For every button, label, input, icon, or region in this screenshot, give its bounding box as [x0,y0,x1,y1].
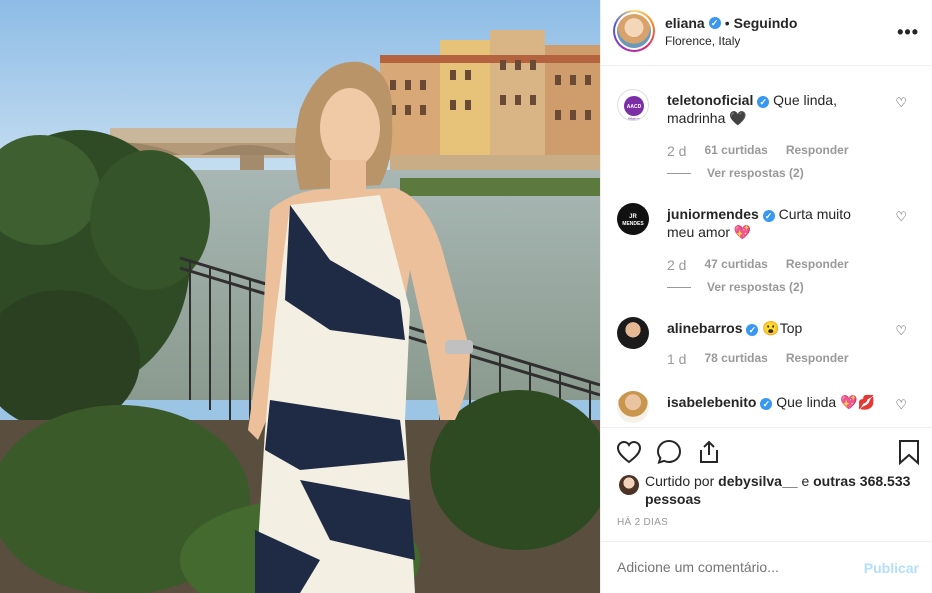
view-replies-label: Ver respostas (2) [707,280,804,294]
comment-body: juniormendes ✓ Curta muito meu amor 💖 [667,205,877,241]
comments-list[interactable]: AACD teleton teletonoficial ✓ Que linda,… [601,67,932,427]
comment-text: Que linda 💖💋 [776,394,875,410]
separator: • [724,15,730,31]
comment-like-heart-icon[interactable]: ♡ [895,323,907,339]
comment-time[interactable]: 2 d [667,143,686,159]
add-comment-bar: Publicar [601,541,932,593]
post-location[interactable]: Florence, Italy [665,34,740,48]
comment-likes[interactable]: 61 curtidas [704,143,767,159]
share-icon[interactable] [695,438,723,466]
author-username[interactable]: eliana [665,15,705,31]
comment-meta: 2 d 47 curtidas Responder [667,257,849,273]
svg-text:MENDES: MENDES [622,221,644,227]
comment-body: teletonoficial ✓ Que linda, madrinha 🖤 [667,91,877,127]
comment-username[interactable]: isabelebenito [667,394,756,410]
view-replies-button[interactable]: Ver respostas (2) [667,280,804,294]
svg-text:teleton: teleton [628,116,640,121]
post-actions-bar [601,427,932,471]
comment-username[interactable]: juniormendes [667,206,759,222]
like-heart-icon[interactable] [615,438,643,466]
liked-by-prefix: Curtido por [645,473,715,489]
liker-avatar[interactable] [619,475,639,495]
comment-likes[interactable]: 78 curtidas [704,351,767,367]
comment-bubble-icon[interactable] [655,438,683,466]
following-button[interactable]: Seguindo [734,15,798,31]
comment-like-heart-icon[interactable]: ♡ [895,209,907,225]
comment-like-heart-icon[interactable]: ♡ [895,397,907,413]
comment-like-heart-icon[interactable]: ♡ [895,95,907,111]
verified-badge-icon: ✓ [746,324,759,336]
reply-button[interactable]: Responder [786,143,849,159]
bookmark-icon[interactable] [895,438,923,466]
comment-likes[interactable]: 47 curtidas [704,257,767,273]
verified-badge-icon: ✓ [762,210,775,222]
riverbank-bushes [400,178,600,196]
publish-button[interactable]: Publicar [864,560,919,576]
comment-avatar[interactable] [617,317,649,349]
more-horizontal-icon[interactable]: ••• [897,22,919,43]
comment-username[interactable]: teletonoficial [667,92,753,108]
comment-avatar[interactable]: JR MENDES [617,203,649,235]
post-photo[interactable] [0,0,600,593]
reply-button[interactable]: Responder [786,351,849,367]
comment-time[interactable]: 1 d [667,351,686,367]
replies-line [667,286,691,288]
verified-badge-icon: ✓ [760,398,773,410]
comment-username[interactable]: alinebarros [667,320,742,336]
replies-line [667,172,691,174]
reply-button[interactable]: Responder [786,257,849,273]
author-avatar[interactable] [613,10,655,52]
view-replies-button[interactable]: Ver respostas (2) [667,166,804,180]
svg-text:JR: JR [629,214,637,220]
comment-text: 😮Top [762,320,803,336]
comment-avatar[interactable]: AACD teleton [617,89,649,121]
comment-avatar[interactable] [617,391,649,423]
liker-username[interactable]: debysilva__ [718,473,797,489]
verified-badge-icon: ✓ [757,96,770,108]
liked-by-conj: e [801,473,810,489]
comment-time[interactable]: 2 d [667,257,686,273]
comment-body: isabelebenito ✓ Que linda 💖💋 [667,393,877,411]
post-header: eliana ✓ • Seguindo Florence, Italy ••• [601,0,932,66]
post-side-panel: eliana ✓ • Seguindo Florence, Italy ••• … [600,0,932,593]
comment-meta: 1 d 78 curtidas Responder [667,351,849,367]
svg-text:AACD: AACD [627,104,642,110]
verified-badge-icon: ✓ [708,17,721,29]
view-replies-label: Ver respostas (2) [707,166,804,180]
comment-meta: 2 d 61 curtidas Responder [667,143,849,159]
add-comment-input[interactable] [617,559,847,575]
comment-body: alinebarros ✓ 😮Top [667,319,877,337]
post-timestamp[interactable]: HÁ 2 DIAS [617,517,668,528]
